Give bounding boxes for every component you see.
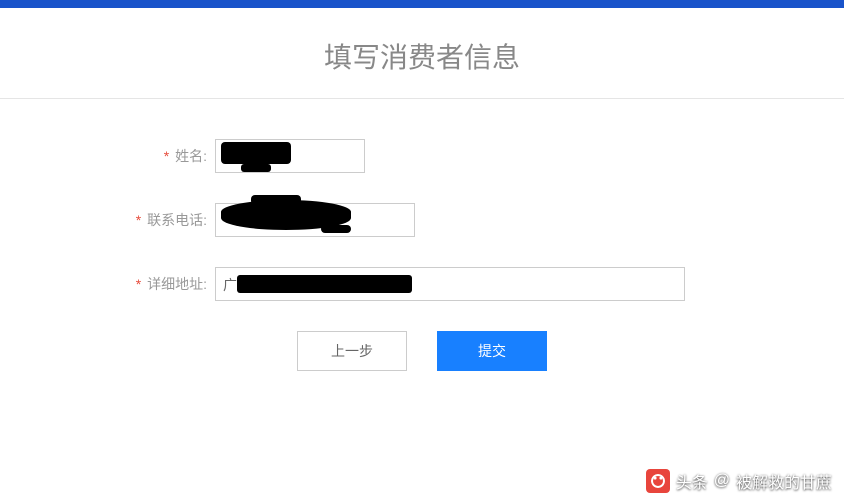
watermark-brand: 头条 (676, 469, 708, 493)
address-label-wrap: * 详细地址: (80, 274, 215, 294)
name-input[interactable] (215, 139, 365, 173)
watermark-at: @ (714, 472, 730, 490)
submit-button[interactable]: 提交 (437, 331, 547, 371)
name-input-wrap (215, 139, 365, 173)
phone-label-wrap: * 联系电话: (80, 210, 215, 230)
address-label: 详细地址: (147, 276, 207, 292)
top-bar (0, 0, 844, 8)
watermark: 头条 @ 被解救的甘蔗 (646, 469, 832, 493)
required-mark: * (136, 276, 141, 292)
phone-input-wrap (215, 203, 415, 237)
name-label-wrap: * 姓名: (80, 146, 215, 166)
required-mark: * (164, 148, 169, 164)
address-row: * 详细地址: 广 (80, 267, 764, 301)
phone-row: * 联系电话: (80, 203, 764, 237)
required-mark: * (136, 212, 141, 228)
address-input[interactable] (215, 267, 685, 301)
phone-label: 联系电话: (147, 212, 207, 228)
toutiao-icon (646, 469, 670, 493)
address-input-wrap: 广 (215, 267, 685, 301)
watermark-author: 被解救的甘蔗 (736, 469, 832, 493)
button-row: 上一步 提交 (80, 331, 764, 371)
phone-input[interactable] (215, 203, 415, 237)
name-label: 姓名: (175, 148, 207, 164)
name-row: * 姓名: (80, 139, 764, 173)
prev-button[interactable]: 上一步 (297, 331, 407, 371)
page-title: 填写消费者信息 (0, 8, 844, 99)
consumer-form: * 姓名: * 联系电话: * 详细地址: 广 上一步 提交 (0, 99, 844, 371)
